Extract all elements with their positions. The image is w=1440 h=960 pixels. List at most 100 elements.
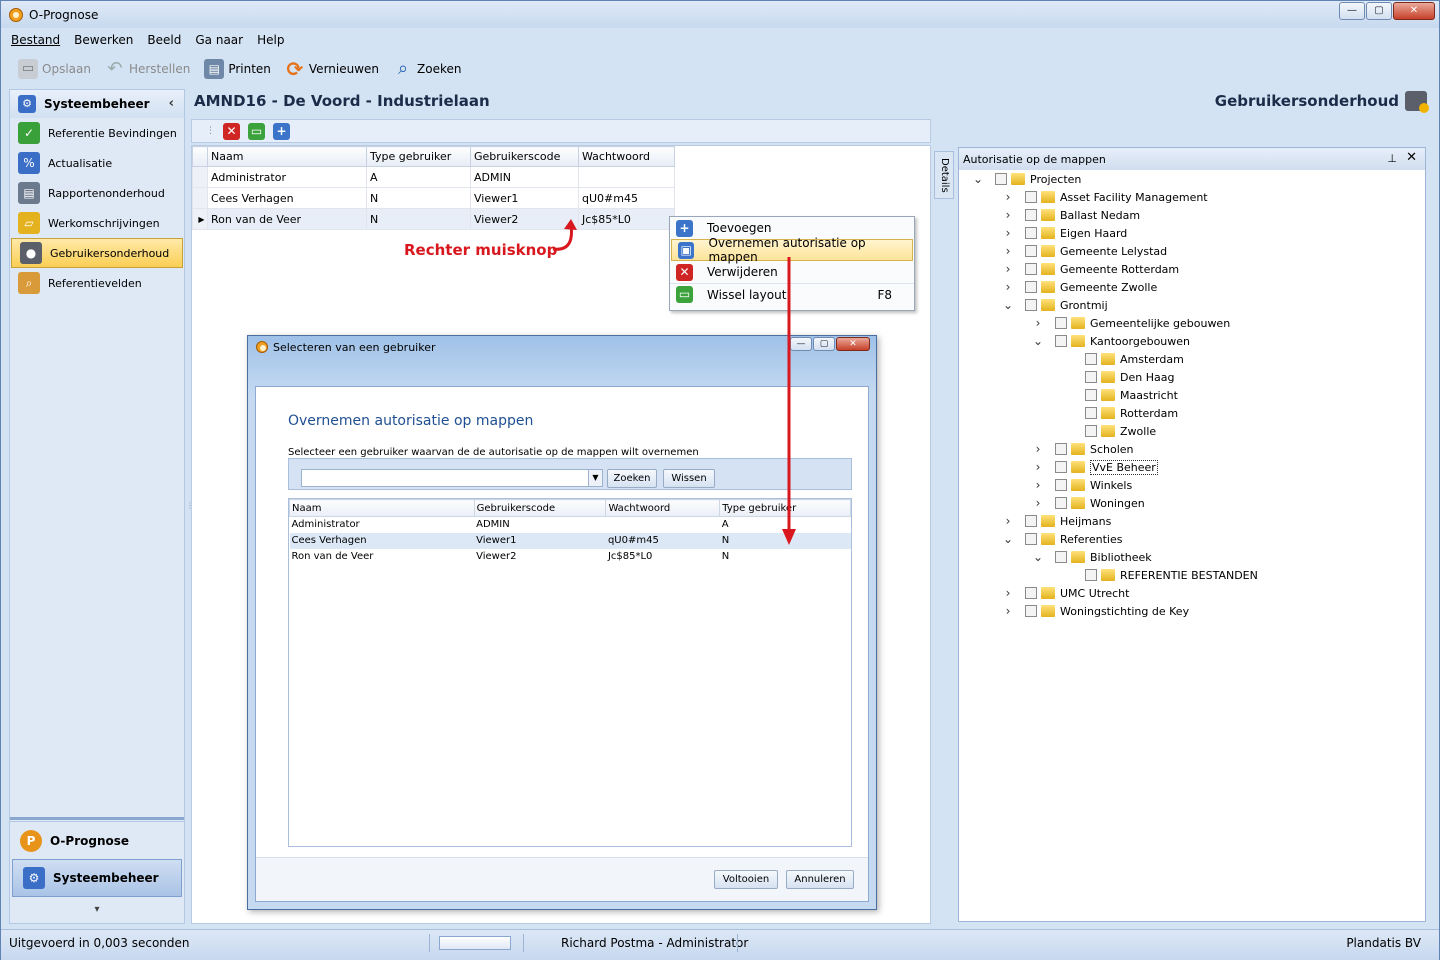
expand-node-icon[interactable]: ›: [1033, 496, 1043, 510]
layout-icon[interactable]: ▭: [248, 122, 265, 140]
tree-checkbox[interactable]: [1025, 605, 1037, 617]
sidebar-item-gebruikersonderhoud[interactable]: ● Gebruikersonderhoud: [11, 238, 183, 268]
cell-type[interactable]: N: [719, 532, 851, 549]
menu-bewerken[interactable]: Bewerken: [74, 33, 133, 47]
add-icon[interactable]: +: [273, 122, 290, 140]
tree-node[interactable]: › Scholen: [959, 440, 1425, 458]
context-menu-item-overnemen-autorisatie[interactable]: ▣ Overnemen autorisatie op mappen: [671, 236, 913, 264]
tree-node[interactable]: Den Haag: [959, 368, 1425, 386]
tree-checkbox[interactable]: [1025, 299, 1037, 311]
tree-node[interactable]: Amsterdam: [959, 350, 1425, 368]
cancel-button[interactable]: Annuleren: [786, 870, 854, 889]
column-header-gebruikerscode[interactable]: Gebruikerscode: [470, 146, 579, 167]
collapse-sidebar-button[interactable]: ‹: [169, 96, 174, 111]
cell-wachtwoord[interactable]: qU0#m45: [578, 187, 675, 209]
tree-node[interactable]: › Woningstichting de Key: [959, 602, 1425, 620]
tree-checkbox[interactable]: [1025, 533, 1037, 545]
close-button[interactable]: ✕: [1393, 2, 1435, 20]
tree-checkbox[interactable]: [1025, 515, 1037, 527]
menu-ga-naar[interactable]: Ga naar: [195, 33, 243, 47]
expand-node-icon[interactable]: ›: [1033, 478, 1043, 492]
tree-node[interactable]: › Asset Facility Management: [959, 188, 1425, 206]
tree-node[interactable]: › Gemeente Rotterdam: [959, 260, 1425, 278]
tree-node[interactable]: ⌄ Projecten: [959, 170, 1425, 188]
collapse-node-icon[interactable]: ⌄: [1003, 532, 1013, 546]
column-header-type-gebruiker[interactable]: Type gebruiker: [719, 499, 851, 517]
expand-node-icon[interactable]: ›: [1003, 226, 1013, 240]
tree-checkbox[interactable]: [1025, 227, 1037, 239]
tree-checkbox[interactable]: [995, 173, 1007, 185]
tree-node[interactable]: ⌄ Referenties: [959, 530, 1425, 548]
cell-code[interactable]: ADMIN: [474, 517, 606, 533]
column-header-naam[interactable]: Naam: [289, 499, 475, 517]
close-panel-button[interactable]: ✕: [1406, 150, 1417, 165]
sidebar-item-actualisatie[interactable]: % Actualisatie: [10, 148, 184, 178]
tree-node[interactable]: ⌄ Bibliotheek: [959, 548, 1425, 566]
cell-type[interactable]: N: [366, 208, 471, 230]
tree-node[interactable]: › Ballast Nedam: [959, 206, 1425, 224]
context-menu-item-wissel-layout[interactable]: ▭ Wissel layout F8: [670, 283, 914, 305]
collapse-node-icon[interactable]: ⌄: [1033, 550, 1043, 564]
tree-checkbox[interactable]: [1055, 551, 1067, 563]
cell-wachtwoord[interactable]: Jc$85*L0: [606, 549, 720, 565]
sidebar-item-werkomschrijvingen[interactable]: ▱ Werkomschrijvingen: [10, 208, 184, 238]
tree-checkbox[interactable]: [1085, 407, 1097, 419]
tree-checkbox[interactable]: [1085, 353, 1097, 365]
nav-group-o-prognose[interactable]: P O-Prognose: [10, 821, 184, 859]
tree-node[interactable]: Maastricht: [959, 386, 1425, 404]
tree-checkbox[interactable]: [1025, 191, 1037, 203]
context-menu-item-verwijderen[interactable]: ✕ Verwijderen: [670, 261, 914, 283]
cell-type[interactable]: A: [366, 166, 471, 188]
delete-icon[interactable]: ✕: [223, 122, 240, 140]
cell-naam[interactable]: Ron van de Veer: [207, 208, 367, 230]
finish-button[interactable]: Voltooien: [714, 870, 778, 889]
tree-node[interactable]: › Gemeente Lelystad: [959, 242, 1425, 260]
table-row[interactable]: Administrator ADMIN A: [290, 517, 851, 533]
tree-checkbox[interactable]: [1085, 389, 1097, 401]
search-combobox[interactable]: ▼: [301, 469, 603, 487]
dialog-search-button[interactable]: Zoeken: [607, 469, 657, 488]
dialog-maximize-button[interactable]: ▢: [813, 337, 835, 351]
expand-node-icon[interactable]: ›: [1003, 208, 1013, 222]
tree-checkbox[interactable]: [1085, 425, 1097, 437]
save-button[interactable]: ▭ Opslaan: [15, 57, 94, 81]
tree-checkbox[interactable]: [1085, 569, 1097, 581]
expand-node-icon[interactable]: ›: [1003, 586, 1013, 600]
dialog-close-button[interactable]: ✕: [836, 337, 870, 351]
cell-naam[interactable]: Cees Verhagen: [207, 187, 367, 209]
sidebar-item-referentievelden[interactable]: ⌕ Referentievelden: [10, 268, 184, 298]
tree-checkbox[interactable]: [1055, 335, 1067, 347]
tree-node[interactable]: ⌄ Kantoorgebouwen: [959, 332, 1425, 350]
tree-node[interactable]: REFERENTIE BESTANDEN: [959, 566, 1425, 584]
refresh-button[interactable]: ⟳ Vernieuwen: [282, 57, 382, 81]
menu-bestand[interactable]: Bestand: [11, 33, 60, 47]
tree-node[interactable]: ⌄ Grontmij: [959, 296, 1425, 314]
tree-node[interactable]: Rotterdam: [959, 404, 1425, 422]
tree-checkbox[interactable]: [1025, 263, 1037, 275]
sidebar-item-rapportenonderhoud[interactable]: ▤ Rapportenonderhoud: [10, 178, 184, 208]
tree-checkbox[interactable]: [1085, 371, 1097, 383]
cell-wachtwoord[interactable]: [606, 517, 720, 533]
table-row-selected[interactable]: Cees Verhagen Viewer1 qU0#m45 N: [289, 532, 851, 549]
cell-wachtwoord[interactable]: [578, 166, 675, 188]
dialog-minimize-button[interactable]: —: [790, 337, 812, 351]
cell-code[interactable]: Viewer2: [474, 549, 606, 565]
sidebar-item-referentie-bevindingen[interactable]: ✓ Referentie Bevindingen: [10, 118, 184, 148]
expand-node-icon[interactable]: ›: [1033, 442, 1043, 456]
table-row[interactable]: Cees Verhagen N Viewer1 qU0#m45: [192, 187, 675, 209]
configure-buttons-dropdown[interactable]: ▾: [10, 897, 184, 923]
nav-group-systeembeheer[interactable]: ⚙ Systeembeheer: [12, 859, 182, 897]
pin-icon[interactable]: ⊥: [1387, 152, 1397, 165]
column-header-type-gebruiker[interactable]: Type gebruiker: [366, 146, 471, 167]
tree-checkbox[interactable]: [1025, 587, 1037, 599]
expand-node-icon[interactable]: ›: [1003, 604, 1013, 618]
collapse-node-icon[interactable]: ⌄: [973, 172, 983, 186]
print-button[interactable]: ▤ Printen: [201, 57, 274, 81]
tree-node[interactable]: › Eigen Haard: [959, 224, 1425, 242]
table-row-selected[interactable]: ▶ Ron van de Veer N Viewer2 Jc$85*L0: [192, 208, 675, 230]
collapse-node-icon[interactable]: ⌄: [1003, 298, 1013, 312]
details-tab[interactable]: Details: [934, 151, 954, 199]
cell-naam[interactable]: Cees Verhagen: [289, 532, 475, 549]
cell-code[interactable]: Viewer2: [470, 208, 579, 230]
tree-node[interactable]: › Gemeente Zwolle: [959, 278, 1425, 296]
